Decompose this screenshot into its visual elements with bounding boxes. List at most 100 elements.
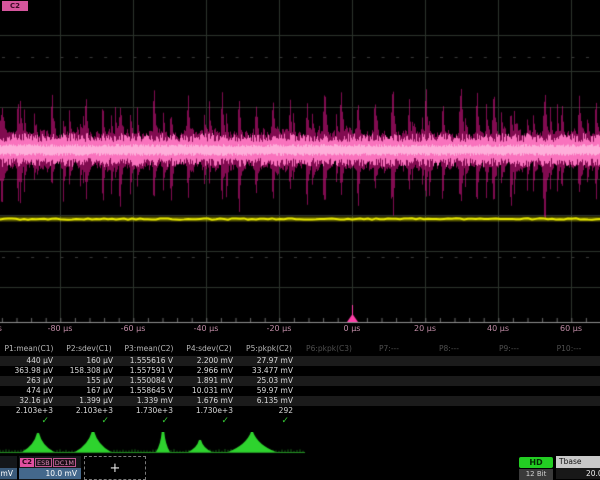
measure-num: 2.103e+3 (60, 406, 120, 416)
measure-row-sdev: 32.16 µV1.399 µV1.339 mV1.676 mV6.135 mV (0, 396, 600, 406)
measure-value (420, 356, 480, 366)
measure-header[interactable]: P7:--- (360, 344, 420, 355)
hd-mode-badge[interactable]: HD (519, 457, 553, 468)
time-tick-label: -60 µs (121, 324, 146, 333)
measure-sdev: 1.399 µV (60, 396, 120, 406)
measure-value: 160 µV (60, 356, 120, 366)
measure-status-check: ✓ (120, 416, 180, 427)
measure-value (300, 356, 360, 366)
measure-max: 474 µV (0, 386, 60, 396)
time-tick-label: 60 µs (560, 324, 582, 333)
measure-header[interactable]: P2:sdev(C1) (60, 344, 120, 355)
measure-max (300, 386, 360, 396)
measure-mean: 158.308 µV (60, 366, 120, 376)
measure-num: 2.103e+3 (0, 406, 60, 416)
measure-mean (360, 366, 420, 376)
measure-header[interactable]: P4:sdev(C2) (180, 344, 240, 355)
measure-min (540, 376, 600, 386)
measure-value (540, 356, 600, 366)
measure-num (360, 406, 420, 416)
measure-sdev (420, 396, 480, 406)
timebase-scale: 20.0 µs/div (556, 468, 600, 479)
time-tick-label: 0 µs (344, 324, 361, 333)
measure-num: 292 (240, 406, 300, 416)
measure-header[interactable]: P3:mean(C2) (120, 344, 180, 355)
time-tick-label: 40 µs (487, 324, 509, 333)
channel-c2-descriptor[interactable]: C2 ESB DC1M 10.0 mV (19, 456, 81, 480)
measure-header[interactable]: P6:pkpk(C3) (300, 344, 360, 355)
measure-row-status: ✓✓✓✓✓ (0, 416, 600, 427)
measure-min (300, 376, 360, 386)
measure-sdev: 6.135 mV (240, 396, 300, 406)
measure-mean (480, 366, 540, 376)
measure-mean (300, 366, 360, 376)
measure-sdev: 1.339 mV (120, 396, 180, 406)
measure-num (420, 406, 480, 416)
measure-max: 1.558645 V (120, 386, 180, 396)
c2-scale: 10.0 mV (19, 468, 81, 479)
measure-num (540, 406, 600, 416)
measure-min: 25.03 mV (240, 376, 300, 386)
measure-sdev (540, 396, 600, 406)
measure-max: 10.031 mV (180, 386, 240, 396)
timebase-label: Tbase (556, 456, 600, 468)
measure-value (360, 356, 420, 366)
measure-status-check (300, 416, 360, 427)
measure-max (540, 386, 600, 396)
measure-max: 59.97 mV (240, 386, 300, 396)
measure-status-check: ✓ (240, 416, 300, 427)
measure-mean (420, 366, 480, 376)
measure-header[interactable]: P5:pkpk(C2) (240, 344, 300, 355)
measure-sdev (480, 396, 540, 406)
measure-sdev: 32.16 µV (0, 396, 60, 406)
measure-max (420, 386, 480, 396)
measure-value: 440 µV (0, 356, 60, 366)
measure-status-check (360, 416, 420, 427)
measure-header[interactable]: P8:--- (420, 344, 480, 355)
measure-num (300, 406, 360, 416)
measure-histicons[interactable] (0, 432, 600, 455)
measure-mean: 363.98 µV (0, 366, 60, 376)
measure-sdev (360, 396, 420, 406)
timebase-descriptor[interactable]: Tbase 20.0 µs/div (556, 456, 600, 480)
c1-scale: 10.0 mV (0, 468, 17, 479)
measure-min (360, 376, 420, 386)
c2-coupling-badge: DC1M (53, 458, 76, 467)
c2-label: C2 (20, 458, 34, 467)
measure-value: 1.555616 V (120, 356, 180, 366)
measure-status-check (420, 416, 480, 427)
measure-row-mean: 363.98 µV158.308 µV1.557591 V2.966 mV33.… (0, 366, 600, 376)
c2-esb-badge: ESB (35, 458, 52, 467)
measure-num (480, 406, 540, 416)
measure-sdev (300, 396, 360, 406)
measure-row-max: 474 µV167 µV1.558645 V10.031 mV59.97 mV (0, 386, 600, 396)
measure-header[interactable]: P10:--- (540, 344, 600, 355)
measure-value: 27.97 mV (240, 356, 300, 366)
measure-row-header: P1:mean(C1)P2:sdev(C1)P3:mean(C2)P4:sdev… (0, 344, 600, 355)
measure-status-check (540, 416, 600, 427)
time-tick-label: 20 µs (414, 324, 436, 333)
measure-max: 167 µV (60, 386, 120, 396)
measure-header[interactable]: P9:--- (480, 344, 540, 355)
time-tick-label: -80 µs (48, 324, 73, 333)
bottom-bar: C1 DC1M 10.0 mV C2 ESB DC1M 10.0 mV + HD… (0, 455, 600, 480)
measure-status-check: ✓ (0, 416, 60, 427)
time-tick-label: -40 µs (194, 324, 219, 333)
measure-max (480, 386, 540, 396)
measure-sdev: 1.676 mV (180, 396, 240, 406)
measure-header[interactable]: P1:mean(C1) (0, 344, 60, 355)
measure-status-check: ✓ (180, 416, 240, 427)
measure-min (480, 376, 540, 386)
measure-min: 1.891 mV (180, 376, 240, 386)
measure-row-value: 440 µV160 µV1.555616 V2.200 mV27.97 mV (0, 356, 600, 366)
waveform-grid[interactable] (0, 0, 600, 340)
active-trace-badge[interactable]: C2 (2, 1, 28, 11)
time-tick-label: -20 µs (267, 324, 292, 333)
measure-mean (540, 366, 600, 376)
channel-c1-descriptor[interactable]: C1 DC1M 10.0 mV (0, 456, 17, 480)
measure-row-min: 263 µV155 µV1.550084 V1.891 mV25.03 mV (0, 376, 600, 386)
oscilloscope-screen: C2 -100 µs -80 µs -60 µs -40 µs -20 µs 0 µs 20… (0, 0, 600, 480)
measure-min: 263 µV (0, 376, 60, 386)
time-tick-label: -100 µs (0, 324, 2, 333)
add-trace-button[interactable]: + (84, 456, 146, 480)
